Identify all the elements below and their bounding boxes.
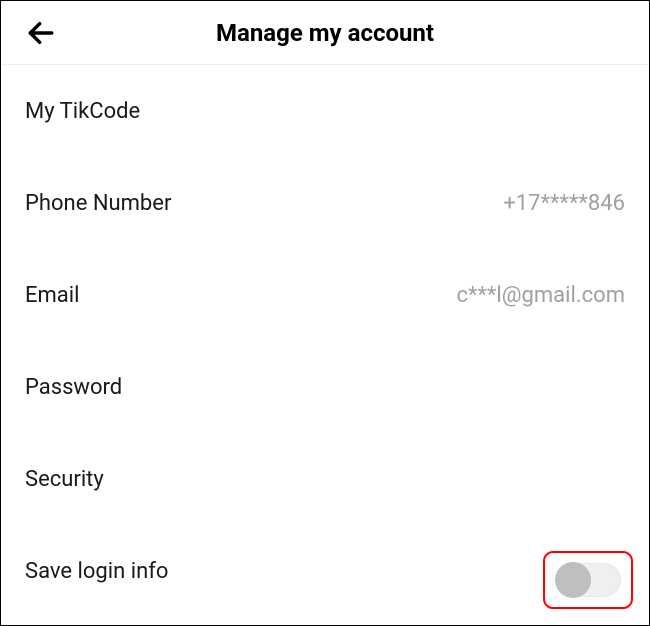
row-value: c***l@gmail.com (456, 283, 625, 308)
row-security[interactable]: Security (25, 433, 625, 525)
row-password[interactable]: Password (25, 341, 625, 433)
header: Manage my account (1, 1, 649, 65)
save-login-toggle[interactable] (555, 563, 621, 597)
row-my-tikcode[interactable]: My TikCode (25, 65, 625, 157)
row-label: My TikCode (25, 99, 140, 124)
row-phone-number[interactable]: Phone Number +17*****846 (25, 157, 625, 249)
back-button[interactable] (21, 13, 61, 53)
toggle-knob-icon (555, 562, 591, 598)
row-label: Email (25, 283, 79, 308)
row-label: Save login info (25, 559, 168, 584)
back-arrow-icon (25, 17, 57, 49)
row-label: Password (25, 375, 122, 400)
row-save-login-info: Save login info (25, 525, 625, 617)
row-label: Security (25, 467, 104, 492)
row-value: +17*****846 (503, 191, 625, 216)
settings-list: My TikCode Phone Number +17*****846 Emai… (1, 65, 649, 617)
row-email[interactable]: Email c***l@gmail.com (25, 249, 625, 341)
page-title: Manage my account (1, 19, 649, 47)
row-label: Phone Number (25, 191, 171, 216)
save-login-toggle-highlight (543, 551, 633, 609)
